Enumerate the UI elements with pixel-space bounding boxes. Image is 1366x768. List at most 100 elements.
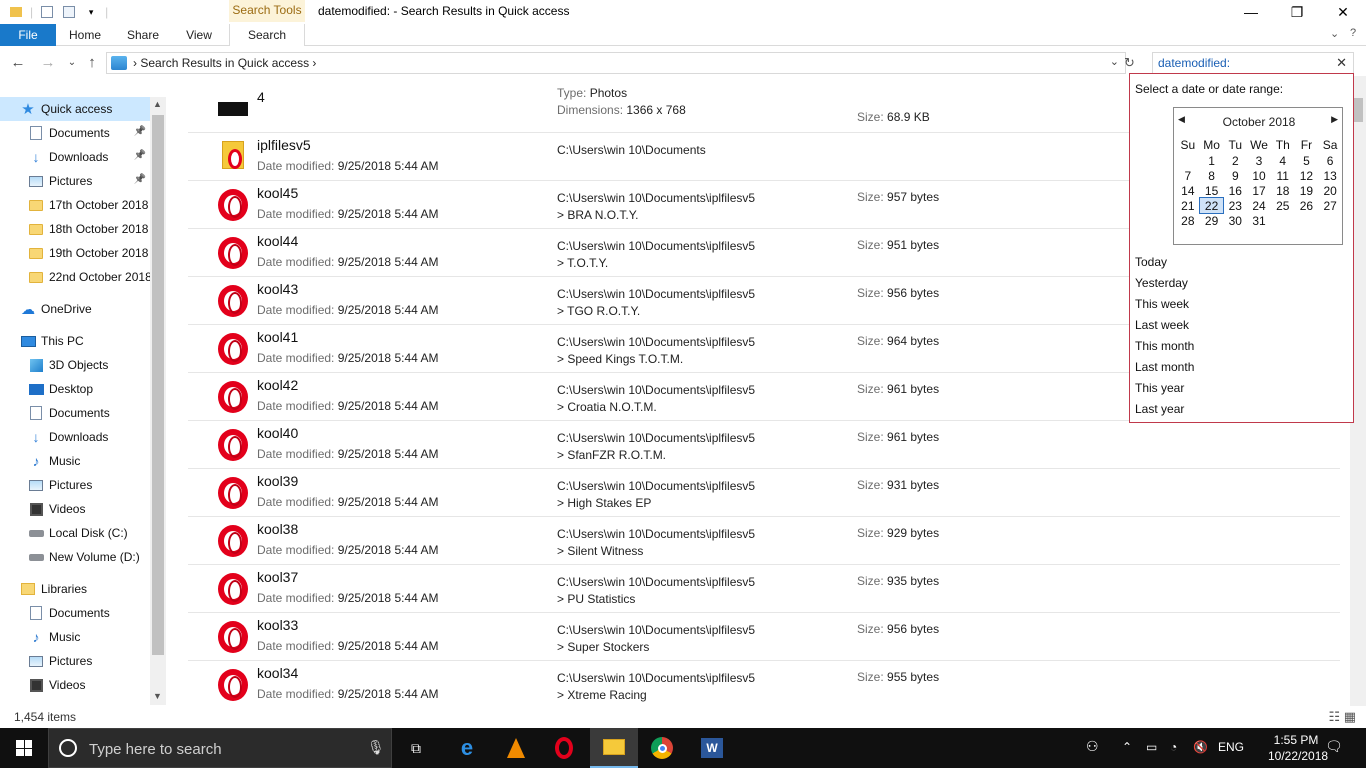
calendar-day[interactable]: 18 bbox=[1271, 183, 1295, 198]
calendar-day[interactable]: 7 bbox=[1176, 168, 1200, 183]
sidebar-scroll-thumb[interactable] bbox=[152, 115, 164, 655]
sidebar-item[interactable]: 17th October 2018 bbox=[0, 193, 150, 217]
help-icon[interactable]: ? bbox=[1350, 27, 1356, 39]
volume-muted-icon[interactable]: 🔇 bbox=[1193, 740, 1208, 754]
breadcrumb[interactable]: › Search Results in Quick access › bbox=[133, 56, 316, 70]
sidebar-item[interactable]: ↓ Downloads 📌 bbox=[0, 145, 150, 169]
calendar-day[interactable]: 5 bbox=[1295, 153, 1319, 168]
address-bar[interactable]: › Search Results in Quick access › ⌄ bbox=[106, 52, 1126, 74]
calendar-day[interactable]: 4 bbox=[1271, 153, 1295, 168]
recent-locations-chevron-icon[interactable]: ⌄ bbox=[62, 53, 82, 73]
start-button[interactable] bbox=[0, 728, 48, 768]
date-range-option[interactable]: This week bbox=[1135, 297, 1189, 311]
calendar-day[interactable]: 16 bbox=[1223, 183, 1247, 198]
properties-icon[interactable] bbox=[39, 4, 55, 20]
file-list-scroll-thumb[interactable] bbox=[1353, 98, 1363, 122]
action-center-icon[interactable]: 🗨 bbox=[1325, 738, 1343, 755]
chrome-icon[interactable] bbox=[638, 728, 686, 768]
calendar-month[interactable]: October 2018 bbox=[1174, 115, 1344, 129]
tab-view[interactable]: View bbox=[172, 24, 226, 46]
back-arrow-icon[interactable]: ← bbox=[8, 53, 28, 73]
input-language[interactable]: ENG bbox=[1218, 740, 1244, 754]
sidebar-item[interactable]: Pictures bbox=[0, 649, 150, 673]
sidebar-item[interactable]: 18th October 2018 bbox=[0, 217, 150, 241]
show-hidden-icons-chevron-icon[interactable]: ⌃ bbox=[1122, 740, 1132, 754]
file-row[interactable]: kool39 Date modified: 9/25/2018 5:44 AM C:… bbox=[188, 469, 1340, 517]
file-name[interactable]: kool44 bbox=[257, 233, 298, 249]
clock[interactable]: 1:55 PM 10/22/2018 bbox=[1268, 732, 1328, 764]
calendar-day[interactable]: 28 bbox=[1176, 213, 1200, 228]
calendar-day[interactable]: 15 bbox=[1200, 183, 1224, 198]
calendar-day[interactable]: 21 bbox=[1176, 198, 1200, 213]
file-name[interactable]: kool40 bbox=[257, 425, 298, 441]
sidebar-item[interactable]: New Volume (D:) bbox=[0, 545, 150, 569]
calendar-day[interactable]: 12 bbox=[1295, 168, 1319, 183]
date-range-option[interactable]: This year bbox=[1135, 381, 1184, 395]
sidebar-item[interactable]: Documents 📌 bbox=[0, 121, 150, 145]
file-name[interactable]: iplfilesv5 bbox=[257, 137, 311, 153]
calendar-day[interactable]: 13 bbox=[1318, 168, 1342, 183]
people-icon[interactable]: ⚇ bbox=[1086, 738, 1099, 755]
sidebar-item[interactable]: Documents bbox=[0, 601, 150, 625]
vlc-icon[interactable] bbox=[492, 728, 540, 768]
sidebar-item[interactable]: Pictures bbox=[0, 473, 150, 497]
sidebar-item[interactable]: 19th October 2018 bbox=[0, 241, 150, 265]
sidebar-item[interactable]: Libraries bbox=[0, 577, 150, 601]
next-month-icon[interactable]: ▶ bbox=[1331, 114, 1338, 125]
calendar-day[interactable]: 26 bbox=[1295, 198, 1319, 213]
microphone-icon[interactable]: 🎙 bbox=[367, 739, 385, 756]
calendar-day[interactable]: 11 bbox=[1271, 168, 1295, 183]
sidebar-scrollbar[interactable]: ▲ ▼ bbox=[150, 97, 166, 705]
sidebar-item[interactable]: ↓ Downloads bbox=[0, 425, 150, 449]
file-row[interactable]: kool33 Date modified: 9/25/2018 5:44 AM C:… bbox=[188, 613, 1340, 661]
customize-chevron-icon[interactable]: ▾ bbox=[83, 4, 99, 20]
refresh-icon[interactable]: ↻ bbox=[1124, 55, 1135, 71]
sidebar-item[interactable]: This PC bbox=[0, 329, 150, 353]
forward-arrow-icon[interactable]: → bbox=[38, 53, 58, 73]
date-range-option[interactable]: Yesterday bbox=[1135, 276, 1188, 290]
file-explorer-icon[interactable] bbox=[590, 728, 638, 768]
wifi-icon[interactable]: ◔ bbox=[1170, 740, 1177, 754]
scroll-up-icon[interactable]: ▲ bbox=[153, 99, 162, 109]
calendar-day[interactable]: 17 bbox=[1247, 183, 1271, 198]
file-row[interactable]: kool40 Date modified: 9/25/2018 5:44 AM C:… bbox=[188, 421, 1340, 469]
file-name[interactable]: kool42 bbox=[257, 377, 298, 393]
sidebar-item[interactable]: ★ Quick access bbox=[0, 97, 150, 121]
file-name[interactable]: 4 bbox=[257, 89, 265, 105]
calendar-day[interactable]: 3 bbox=[1247, 153, 1271, 168]
file-name[interactable]: kool37 bbox=[257, 569, 298, 585]
calendar-day[interactable]: 14 bbox=[1176, 183, 1200, 198]
view-toggle-icons[interactable]: ☷ ▦ bbox=[1328, 709, 1356, 725]
file-name[interactable]: kool33 bbox=[257, 617, 298, 633]
opera-icon[interactable] bbox=[540, 728, 588, 768]
calendar-day[interactable]: 2 bbox=[1223, 153, 1247, 168]
file-name[interactable]: kool45 bbox=[257, 185, 298, 201]
calendar-day[interactable]: 1 bbox=[1200, 153, 1224, 168]
close-button[interactable]: ✕ bbox=[1320, 0, 1366, 24]
date-range-option[interactable]: Last year bbox=[1135, 402, 1184, 416]
file-row[interactable]: kool34 Date modified: 9/25/2018 5:44 AM C:… bbox=[188, 661, 1340, 705]
file-row[interactable]: kool37 Date modified: 9/25/2018 5:44 AM C:… bbox=[188, 565, 1340, 613]
calendar-day[interactable]: 6 bbox=[1318, 153, 1342, 168]
calendar-day[interactable]: 22 bbox=[1198, 197, 1225, 214]
tab-home[interactable]: Home bbox=[58, 24, 112, 46]
tab-file[interactable]: File bbox=[0, 24, 56, 46]
clear-search-icon[interactable]: ✕ bbox=[1336, 55, 1347, 71]
date-range-option[interactable]: This month bbox=[1135, 339, 1194, 353]
sidebar-item[interactable]: Local Disk (C:) bbox=[0, 521, 150, 545]
sidebar-item[interactable]: 3D Objects bbox=[0, 353, 150, 377]
sidebar-item[interactable]: Videos bbox=[0, 673, 150, 697]
search-input[interactable]: datemodified: ✕ bbox=[1152, 52, 1354, 74]
tab-share[interactable]: Share bbox=[116, 24, 170, 46]
calendar-day[interactable]: 23 bbox=[1223, 198, 1247, 213]
calendar-day[interactable]: 25 bbox=[1271, 198, 1295, 213]
sidebar-item[interactable]: Videos bbox=[0, 497, 150, 521]
sidebar-item[interactable]: Documents bbox=[0, 401, 150, 425]
edge-icon[interactable]: e bbox=[443, 728, 491, 768]
file-name[interactable]: kool34 bbox=[257, 665, 298, 681]
calendar-day[interactable]: 24 bbox=[1247, 198, 1271, 213]
file-name[interactable]: kool39 bbox=[257, 473, 298, 489]
date-range-option[interactable]: Last month bbox=[1135, 360, 1194, 374]
word-icon[interactable]: W bbox=[688, 728, 736, 768]
restore-button[interactable]: ❐ bbox=[1274, 0, 1320, 24]
